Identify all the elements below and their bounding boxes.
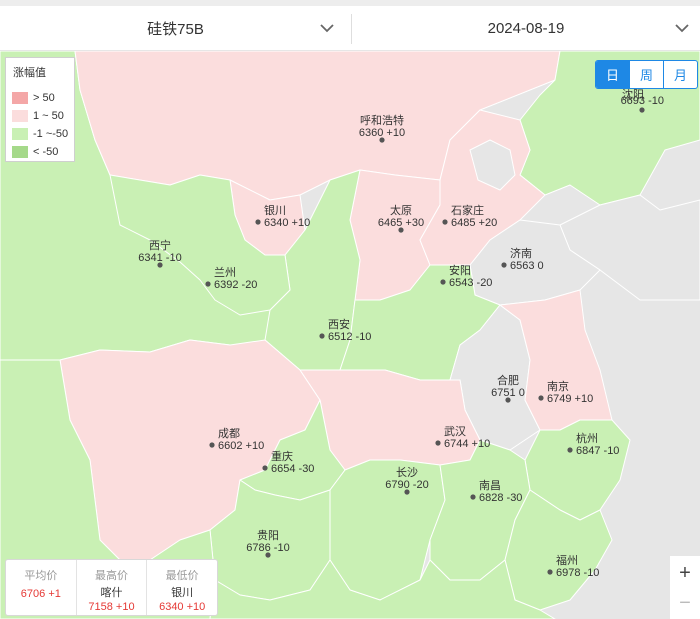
- city-price-label: 6340 +10: [264, 217, 310, 229]
- legend-swatch: [12, 146, 28, 158]
- city-name-label: 长沙: [396, 466, 418, 479]
- legend-label: < -50: [33, 146, 59, 158]
- city-dot[interactable]: [639, 107, 645, 113]
- city-name-label: 银川: [264, 203, 286, 217]
- city-price-label: 6978 -10: [556, 567, 599, 579]
- legend-label: -1 ~-50: [33, 128, 69, 140]
- stat-max: 最高价 喀什 7158 +10: [75, 560, 147, 615]
- city-price-label: 6847 -10: [576, 445, 619, 457]
- legend-item-down-strong[interactable]: < -50: [12, 145, 58, 159]
- city-dot[interactable]: [567, 447, 573, 453]
- tab-day[interactable]: 日: [596, 61, 629, 88]
- city-price-label: 6512 -10: [328, 331, 371, 343]
- legend-swatch: [12, 92, 28, 104]
- legend-title: 涨幅值: [13, 67, 46, 79]
- city-price-label: 6543 -20: [449, 277, 492, 289]
- tab-month[interactable]: 月: [663, 61, 697, 88]
- city-price-label: 6465 +30: [378, 217, 424, 229]
- stat-city: 银川: [171, 587, 194, 599]
- city-price-label: 6828 -30: [479, 492, 522, 504]
- city-name-label: 合肥: [497, 373, 519, 387]
- stat-label: 最低价: [165, 570, 199, 582]
- stat-average: 平均价 6706 +1: [6, 560, 76, 615]
- city-price-label: 6563 0: [510, 260, 544, 272]
- province-map: 沈阳6693 -10呼和浩特6360 +10银川6340 +10太原6465 +…: [0, 51, 700, 619]
- legend-item-up-strong[interactable]: > 50: [12, 91, 55, 105]
- city-name-label: 石家庄: [451, 203, 484, 217]
- city-name-label: 太原: [390, 204, 412, 217]
- city-dot[interactable]: [547, 569, 553, 575]
- city-dot[interactable]: [255, 219, 261, 225]
- city-name-label: 贵阳: [257, 529, 279, 542]
- city-name-label: 南昌: [479, 479, 501, 492]
- city-price-label: 6360 +10: [359, 127, 405, 139]
- city-price-label: 6744 +10: [444, 438, 490, 450]
- legend-swatch: [12, 110, 28, 122]
- legend-label: 1 ~ 50: [33, 110, 64, 122]
- china-price-map[interactable]: 沈阳 6693 -10 呼和浩特 6360 +10 银川 6340 +10 太原 6465 +…: [0, 51, 700, 619]
- zoom-control: + −: [670, 556, 700, 619]
- city-price-label: 6786 -10: [246, 542, 289, 554]
- city-dot[interactable]: [435, 440, 441, 446]
- city-price-label: 6749 +10: [547, 393, 593, 405]
- legend: 涨幅值 > 50 1 ~ 50 -1 ~-50 < -50: [5, 57, 75, 162]
- city-name-label: 南京: [547, 379, 569, 393]
- city-price-label: 6693 -10: [621, 95, 664, 107]
- city-name-label: 西宁: [149, 238, 171, 252]
- city-dot[interactable]: [538, 395, 544, 401]
- chevron-down-icon: [675, 24, 689, 33]
- stat-value: 7158 +10: [88, 601, 135, 613]
- city-name-label: 安阳: [449, 263, 471, 277]
- selector-bar: 硅铁75B 2024-08-19: [0, 6, 700, 51]
- city-dot[interactable]: [501, 262, 507, 268]
- city-price-label: 6485 +20: [451, 217, 497, 229]
- city-name-label: 杭州: [576, 431, 598, 445]
- city-price-label: 6341 -10: [138, 252, 181, 264]
- date-select-value: 2024-08-19: [487, 19, 565, 37]
- city-price-label: 6392 -20: [214, 279, 257, 291]
- city-dot[interactable]: [442, 219, 448, 225]
- city-price-label: 6602 +10: [218, 440, 264, 452]
- stat-label: 最高价: [95, 570, 128, 582]
- city-dot[interactable]: [205, 281, 211, 287]
- city-name-label: 福州: [556, 553, 578, 567]
- city-name-label: 成都: [218, 427, 240, 440]
- legend-item-down[interactable]: -1 ~-50: [12, 127, 68, 141]
- city-name-label: 呼和浩特: [360, 113, 404, 127]
- product-select[interactable]: 硅铁75B: [0, 6, 351, 50]
- city-dot[interactable]: [209, 442, 215, 448]
- zoom-in-button[interactable]: +: [670, 558, 700, 588]
- city-name-label: 重庆: [271, 449, 293, 463]
- chevron-down-icon: [320, 24, 334, 33]
- city-price-label: 6654 -30: [271, 463, 314, 475]
- city-dot[interactable]: [262, 465, 268, 471]
- stat-value: 6340 +10: [159, 601, 206, 613]
- stat-value: 6706 +1: [20, 588, 61, 600]
- city-price-label: 6751 0: [491, 387, 525, 399]
- stat-city: 喀什: [100, 587, 123, 599]
- zoom-out-button[interactable]: −: [670, 588, 700, 618]
- legend-swatch: [12, 128, 28, 140]
- city-name-label: 武汉: [444, 425, 466, 438]
- stat-label: 平均价: [24, 570, 58, 582]
- city-dot[interactable]: [440, 279, 446, 285]
- city-dot[interactable]: [319, 333, 325, 339]
- legend-label: > 50: [33, 92, 55, 104]
- period-toggle: 日 周 月: [595, 60, 698, 89]
- date-select[interactable]: 2024-08-19: [352, 6, 700, 50]
- city-name-label: 西安: [328, 317, 350, 331]
- stat-min: 最低价 银川 6340 +10: [146, 560, 217, 615]
- city-price-label: 6790 -20: [385, 479, 428, 491]
- product-select-value: 硅铁75B: [147, 20, 204, 38]
- legend-item-up[interactable]: 1 ~ 50: [12, 109, 64, 123]
- stats-panel: 平均价 6706 +1 最高价 喀什 7158 +10 最低价 银川 6340 …: [5, 559, 218, 616]
- city-name-label: 兰州: [214, 266, 236, 279]
- city-dot[interactable]: [470, 494, 476, 500]
- tab-week[interactable]: 周: [629, 61, 663, 88]
- city-name-label: 济南: [510, 246, 532, 260]
